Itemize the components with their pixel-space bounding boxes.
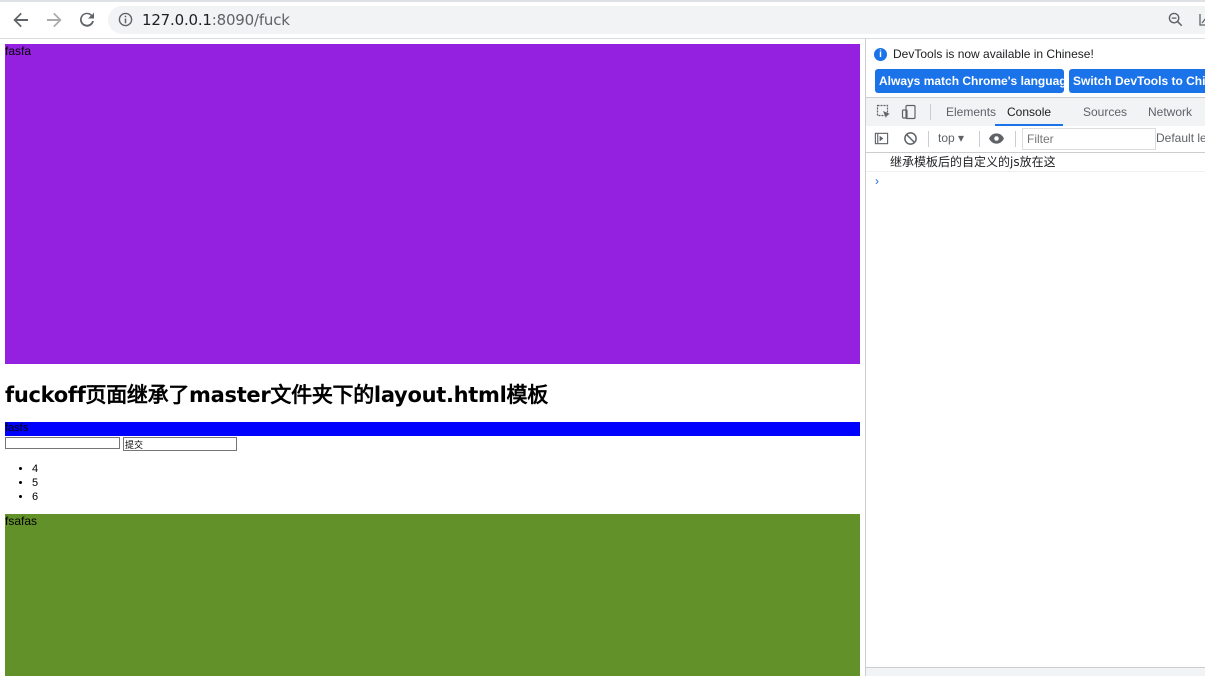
language-notice: i DevTools is now available in Chinese! [874, 47, 1094, 61]
filter-input[interactable] [1022, 128, 1156, 150]
sidebar-toggle-icon[interactable] [874, 131, 889, 151]
match-language-button[interactable]: Always match Chrome's language [875, 69, 1064, 93]
list-item: 6 [32, 490, 38, 504]
reload-icon [80, 12, 94, 27]
context-label: top [938, 131, 955, 145]
forward-button[interactable] [42, 8, 66, 32]
tab-strip [0, 0, 1205, 2]
clear-console-icon[interactable] [903, 131, 918, 151]
devtools-drawer-edge [866, 667, 1205, 676]
divider [928, 131, 929, 147]
zoom-icon[interactable] [1168, 12, 1183, 32]
back-button[interactable] [9, 8, 33, 32]
eye-icon[interactable] [988, 131, 1005, 151]
divider [979, 131, 980, 147]
page-viewport: fasfa fuckoff页面继承了master文件夹下的layout.html… [0, 39, 865, 676]
console-prompt[interactable]: › [875, 174, 879, 188]
context-selector[interactable]: top ▾ [938, 131, 964, 145]
log-levels-dropdown[interactable]: Default levels [1156, 131, 1205, 145]
divider [930, 104, 931, 120]
purple-box: fasfa [5, 44, 860, 364]
address-bar[interactable]: 127.0.0.1:8090/fuck [108, 6, 1205, 34]
console-message-text: 继承模板后的自定义的js放在这 [890, 155, 1056, 169]
notice-text: DevTools is now available in Chinese! [893, 47, 1094, 61]
submit-button[interactable] [123, 437, 237, 451]
dropdown-arrow-icon: ▾ [958, 131, 965, 145]
list-item: 4 [32, 462, 38, 476]
green-box-text: fsafas [5, 514, 38, 528]
arrow-left-icon [13, 12, 28, 28]
browser-toolbar: 127.0.0.1:8090/fuck [0, 0, 1205, 39]
divider [1015, 131, 1016, 147]
green-box: fsafas [5, 514, 860, 676]
tab-elements[interactable]: Elements [946, 98, 996, 126]
devtools-panel: i DevTools is now available in Chinese! … [865, 39, 1205, 676]
info-icon[interactable] [118, 12, 133, 32]
reload-button[interactable] [75, 8, 99, 32]
devtools-tabbar: Elements Console Sources Network [866, 97, 1205, 127]
inspect-element-icon[interactable] [876, 104, 892, 125]
tab-sources[interactable]: Sources [1083, 98, 1127, 126]
arrow-right-icon [47, 12, 62, 28]
purple-box-text: fasfa [5, 44, 32, 58]
info-icon: i [874, 47, 887, 61]
console-toolbar: top ▾ Default levels [866, 126, 1205, 153]
page-heading: fuckoff页面继承了master文件夹下的layout.html模板 [5, 383, 548, 407]
extension-icon[interactable] [1198, 12, 1205, 30]
url-text: 127.0.0.1:8090/fuck [142, 11, 290, 29]
text-input[interactable] [5, 437, 120, 449]
number-list: 4 5 6 [5, 462, 38, 504]
list-item: 5 [32, 476, 38, 490]
url-path: :8090/fuck [211, 11, 290, 29]
console-message: 继承模板后的自定义的js放在这 [866, 153, 1205, 172]
blue-box: fasfs [5, 422, 860, 436]
device-toolbar-icon[interactable] [901, 104, 917, 125]
switch-chinese-button[interactable]: Switch DevTools to Chinese [1069, 69, 1205, 93]
tab-console[interactable]: Console [995, 98, 1064, 126]
tab-network[interactable]: Network [1148, 98, 1192, 126]
blue-box-text: fasfs [5, 422, 29, 434]
url-host: 127.0.0.1 [142, 11, 212, 29]
